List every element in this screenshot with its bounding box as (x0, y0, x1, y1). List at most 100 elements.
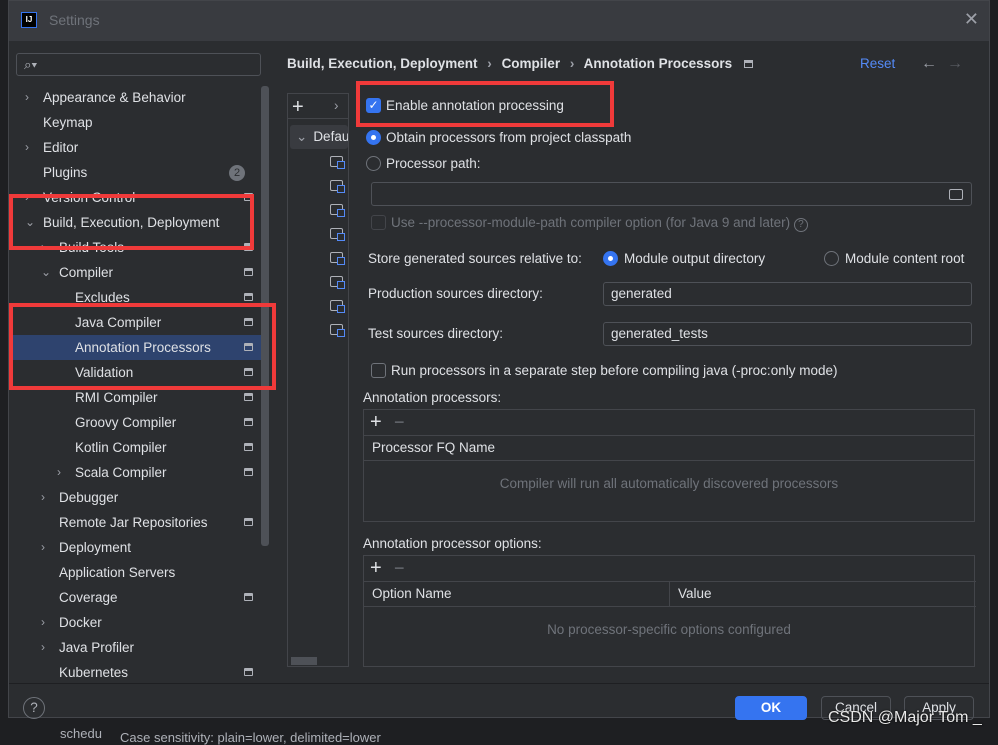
sidebar-item-label: Coverage (59, 590, 118, 605)
module-folder-icon[interactable] (330, 180, 345, 193)
reset-link[interactable]: Reset (860, 56, 895, 71)
breadcrumb-item[interactable]: Build, Execution, Deployment (287, 56, 478, 71)
test-dir-field[interactable]: generated_tests (603, 322, 972, 346)
sidebar-item[interactable]: › Docker (9, 610, 261, 635)
title-bar: IJ Settings ✕ (9, 1, 989, 41)
module-folder-icon[interactable] (330, 276, 345, 289)
chevron-right-icon[interactable]: › (41, 535, 45, 560)
module-output-radio[interactable] (603, 251, 618, 266)
column-header-option-name[interactable]: Option Name (364, 581, 670, 607)
sidebar-item[interactable]: Kubernetes (9, 660, 261, 685)
breadcrumb-item: Annotation Processors (583, 56, 733, 71)
project-scope-icon (244, 668, 253, 676)
project-scope-icon (244, 518, 253, 526)
highlight-box (9, 194, 254, 250)
sidebar-item-label: Keymap (43, 115, 93, 130)
sidebar-item-label: Editor (43, 140, 79, 155)
chevron-right-icon[interactable]: › (25, 135, 29, 160)
sidebar-item-label: Debugger (59, 490, 119, 505)
project-scope-icon (244, 468, 253, 476)
help-icon[interactable]: ? (793, 218, 808, 232)
sidebar-item[interactable]: Keymap (9, 110, 261, 135)
add-profile-button[interactable]: + (292, 96, 304, 119)
settings-dialog: IJ Settings ✕ ⌕▾ › Appearance & Behavior K… (8, 0, 990, 720)
project-scope-icon (244, 293, 253, 301)
processor-options-title: Annotation processor options: (363, 536, 542, 551)
profiles-panel: + › ⌄ Defau (287, 93, 349, 667)
profile-label: Defau (313, 129, 349, 144)
store-generated-label: Store generated sources relative to: (368, 251, 582, 266)
add-processor-button[interactable]: + (370, 410, 382, 434)
breadcrumb-item[interactable]: Compiler (502, 56, 561, 71)
help-button[interactable]: ? (23, 697, 45, 719)
sidebar-item[interactable]: › Java Profiler (9, 635, 261, 660)
project-scope-icon (244, 268, 253, 276)
watermark: CSDN @Major Tom _ (828, 709, 982, 726)
obtain-from-classpath-label: Obtain processors from project classpath (386, 130, 632, 145)
sidebar-item-label: Scala Compiler (75, 465, 167, 480)
production-dir-field[interactable]: generated (603, 282, 972, 306)
column-header-value[interactable]: Value (670, 581, 976, 607)
module-folder-icon[interactable] (330, 324, 345, 337)
production-dir-label: Production sources directory: (368, 286, 543, 301)
settings-search-input[interactable]: ⌕▾ (16, 53, 261, 76)
module-folder-icon[interactable] (330, 204, 345, 217)
add-option-button[interactable]: + (370, 556, 382, 580)
chevron-right-icon[interactable]: › (41, 635, 45, 660)
back-arrow-icon[interactable]: ← (921, 55, 937, 73)
sidebar-item[interactable]: › Appearance & Behavior (9, 85, 261, 110)
sidebar-item[interactable]: › Deployment (9, 535, 261, 560)
chevron-right-icon[interactable]: › (25, 85, 29, 110)
chevron-right-icon[interactable]: › (57, 460, 61, 485)
chevron-right-icon[interactable]: › (41, 485, 45, 510)
module-folder-icon[interactable] (330, 300, 345, 313)
chevron-down-icon[interactable]: ⌄ (41, 260, 51, 285)
sidebar-item-label: Groovy Compiler (75, 415, 177, 430)
default-profile-item[interactable]: ⌄ Defau (290, 125, 348, 149)
sidebar-item[interactable]: › Scala Compiler (9, 460, 261, 485)
module-output-label: Module output directory (624, 251, 766, 266)
chevron-right-icon[interactable]: › (41, 610, 45, 635)
separate-step-label: Run processors in a separate step before… (391, 363, 838, 378)
sidebar-item[interactable]: Kotlin Compiler (9, 435, 261, 460)
close-icon[interactable]: ✕ (964, 9, 979, 30)
module-path-checkbox[interactable] (371, 215, 386, 230)
empty-processors-text: Compiler will run all automatically disc… (499, 476, 839, 491)
sidebar-item[interactable]: Application Servers (9, 560, 261, 585)
forward-arrow-icon[interactable]: → (947, 55, 963, 73)
module-folder-icon[interactable] (330, 228, 345, 241)
sidebar-item[interactable]: Coverage (9, 585, 261, 610)
sidebar-item[interactable]: ⌄ Compiler (9, 260, 261, 285)
column-header-processor-fq-name[interactable]: Processor FQ Name (364, 435, 974, 461)
folder-browse-icon[interactable] (949, 189, 963, 200)
module-folder-icon[interactable] (330, 156, 345, 169)
sidebar-item[interactable]: Groovy Compiler (9, 410, 261, 435)
project-scope-icon (244, 418, 253, 426)
module-folder-icon[interactable] (330, 252, 345, 265)
sidebar-item-label: Plugins (43, 165, 88, 180)
enable-annotation-processing-checkbox[interactable]: ✓ (366, 98, 381, 113)
sidebar-item[interactable]: Plugins 2 (9, 160, 261, 185)
remove-option-button[interactable]: − (394, 556, 405, 580)
obtain-from-classpath-radio[interactable] (366, 130, 381, 145)
processor-path-radio[interactable] (366, 156, 381, 171)
sidebar-item[interactable]: › Editor (9, 135, 261, 160)
sidebar-item[interactable]: › Debugger (9, 485, 261, 510)
sidebar-item-label: Compiler (59, 265, 114, 280)
separate-step-checkbox[interactable] (371, 363, 386, 378)
module-content-root-radio[interactable] (824, 251, 839, 266)
breadcrumb: Build, Execution, Deployment › Compiler … (287, 56, 753, 71)
annotation-processors-table: + − Processor FQ Name Compiler will run … (363, 409, 975, 522)
processor-path-field[interactable] (371, 182, 972, 206)
sidebar-item-label: Application Servers (59, 565, 176, 580)
project-scope-icon (743, 60, 753, 68)
search-icon: ⌕▾ (24, 57, 38, 72)
update-badge: 2 (229, 165, 245, 181)
intellij-logo-icon: IJ (21, 12, 37, 28)
more-chevron-icon[interactable]: › (334, 98, 339, 113)
profiles-scrollbar[interactable] (291, 657, 317, 665)
remove-processor-button[interactable]: − (394, 410, 405, 434)
sidebar-item-label: Docker (59, 615, 102, 630)
sidebar-item[interactable]: Remote Jar Repositories (9, 510, 261, 535)
ok-button[interactable]: OK (735, 696, 807, 720)
